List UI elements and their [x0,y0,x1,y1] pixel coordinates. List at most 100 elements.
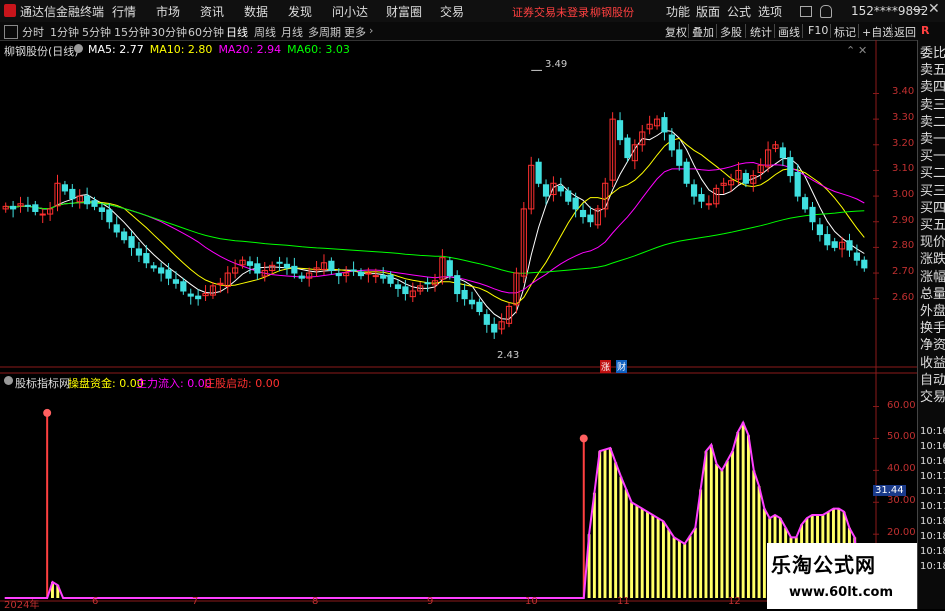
period-more[interactable]: 更多 [344,24,366,40]
period-15min[interactable]: 15分钟 [114,24,150,40]
candle-body [853,252,860,261]
menu-item-shuju[interactable]: 数据 [244,3,268,20]
candle-body [24,204,31,207]
candle-body [861,259,868,269]
candle-body [172,279,180,284]
candle-body [372,275,379,278]
trade-time: 10:18 [920,531,945,542]
menu-item-hangqing[interactable]: 行情 [112,3,136,20]
candle-body [180,281,187,292]
quote-side-panel: 委比 卖五 卖四 卖三 卖二 卖一 买一 买二 买三 买四 买五 现价 涨跌 涨幅 总量 外盘 换手 净资 收益 自动… [917,40,945,609]
indicator-name[interactable]: 股标指标网 [15,375,70,391]
toolbar-divider [891,24,892,38]
indicator-settings-icon[interactable] [4,376,13,385]
candle-body [335,273,342,277]
candle-body [824,234,831,246]
period-daily[interactable]: 日线 [226,24,248,40]
candle-body [357,271,365,277]
menu-item-banmian[interactable]: 版面 [696,3,720,20]
candle-body [661,117,668,133]
trade-time: 10:16 [920,441,945,452]
mail-icon[interactable] [800,6,812,17]
zhang-badge[interactable]: 涨 [600,360,612,373]
close-icon[interactable]: ✕ [928,1,940,17]
period-multi[interactable]: 多周期 [308,24,341,40]
menu-item-gongshi[interactable]: 公式 [727,3,751,20]
r-badge[interactable]: R [921,24,929,37]
candle-body [158,267,165,274]
xaxis-label: 6 [92,596,99,607]
zhuang-label: 庄股启动: 0.00 [204,377,280,390]
candle-body [535,161,542,184]
menu-item-wenxiaoda[interactable]: 问小达 [332,3,368,20]
ma-legend: MA5: 2.77 MA10: 2.80 MA20: 2.94 MA60: 3.03 [88,43,356,56]
candle-body [476,301,483,313]
period-30min[interactable]: 30分钟 [151,24,187,40]
tool-add-favorite[interactable]: +自选 [862,24,893,40]
candle-body [380,275,387,279]
toolbar-divider [802,24,803,38]
tool-diejia[interactable]: 叠加 [692,24,714,40]
kline-chart[interactable] [0,40,917,609]
period-weekly[interactable]: 周线 [254,24,276,40]
close-icon[interactable]: ✕ [858,44,867,57]
candle-body [690,184,698,197]
chevron-up-icon[interactable]: ⌃ [846,44,855,57]
tool-f10[interactable]: F10 [808,24,828,37]
indicator-tick-label: 50.00 [887,431,916,443]
candle-body [246,261,254,266]
app-name: 通达信金融终端 [20,5,105,19]
candle-body [84,195,91,205]
ma-legend-item: MA5: 2.77 [88,43,144,56]
candle-body [187,293,194,297]
menu-item-faxian[interactable]: 发现 [288,3,312,20]
menu-item-shichang[interactable]: 市场 [156,3,180,20]
candle-body [676,149,683,166]
period-monthly[interactable]: 月线 [281,24,303,40]
toolbar-divider [716,24,717,38]
candle-body [461,289,468,300]
candle-body [165,269,172,279]
chevron-right-icon[interactable]: › [369,24,373,37]
ma20-line [5,161,865,294]
sidebar-toggle-icon[interactable] [4,25,18,39]
candle-body [579,209,587,218]
menu-item-zixun[interactable]: 资讯 [200,3,224,20]
current-stock-name: 柳钢股份 [590,6,634,19]
trade-login-warning[interactable]: 证券交易未登录 [512,4,589,20]
tool-biaoji[interactable]: 标记 [834,24,856,40]
minimize-icon[interactable]: — [912,2,925,17]
tool-duogu[interactable]: 多股 [720,24,742,40]
candle-body [195,295,202,300]
candle-body [128,236,135,248]
tool-back[interactable]: 返回 [894,24,916,40]
menu-item-caifuquan[interactable]: 财富圈 [386,3,422,20]
period-60min[interactable]: 60分钟 [188,24,224,40]
menu-item-xuanxiang[interactable]: 选项 [758,3,782,20]
tool-huaxian[interactable]: 画线 [778,24,800,40]
candle-body [135,248,143,256]
cai-badge[interactable]: 财 [616,360,628,373]
ma-legend-item: MA20: 2.94 [218,43,282,56]
candle-body [468,299,476,305]
spike-marker-icon [43,408,52,417]
settings-dot-icon[interactable] [74,44,83,53]
period-fenshi[interactable]: 分时 [22,24,44,40]
candle-body [787,157,794,177]
candle-body [298,275,305,279]
spike-marker-icon [579,434,588,443]
quote-panel-item[interactable]: 交易 [920,388,945,408]
menu-item-gongneng[interactable]: 功能 [666,3,690,20]
candle-body [291,265,298,274]
period-5min[interactable]: 5分钟 [82,24,111,40]
toolbar-divider [858,24,859,38]
tool-tongji[interactable]: 统计 [750,24,772,40]
candle-body [150,265,157,269]
tool-fuquan[interactable]: 复权 [665,24,687,40]
candle-body [779,147,786,159]
candle-body [742,173,749,184]
menu-item-jiaoyi[interactable]: 交易 [440,3,464,20]
bell-icon[interactable] [820,5,832,18]
candle-body [565,190,572,202]
period-1min[interactable]: 1分钟 [50,24,79,40]
